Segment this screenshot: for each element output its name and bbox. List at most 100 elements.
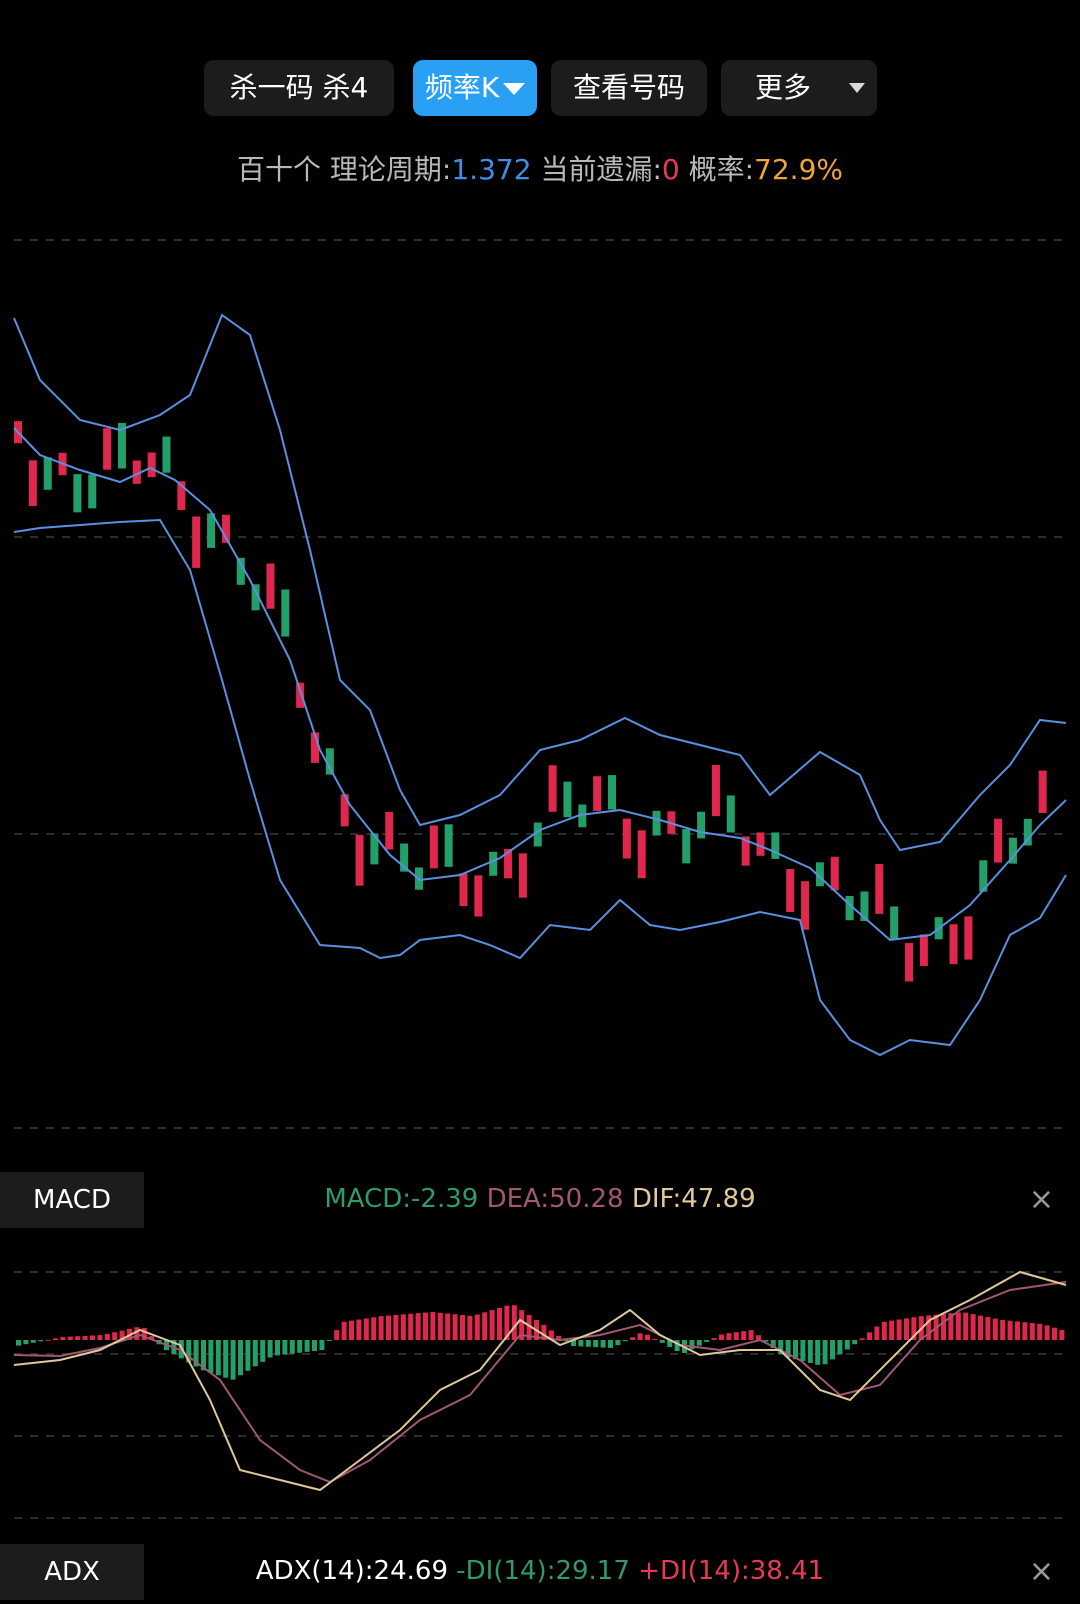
macd-label: MACD: <box>324 1184 412 1214</box>
macd-histogram-bar <box>637 1333 643 1340</box>
candle <box>801 881 810 930</box>
frequency-k-dropdown[interactable]: 频率K <box>413 60 537 116</box>
macd-histogram-bar <box>386 1315 391 1340</box>
macd-histogram-bar <box>600 1340 606 1348</box>
macd-histogram-bar <box>711 1338 717 1340</box>
macd-histogram-bar <box>659 1340 665 1343</box>
candle <box>192 516 201 568</box>
candle <box>103 428 112 470</box>
more-dropdown[interactable]: 更多 <box>721 60 877 116</box>
macd-histogram-bar <box>800 1340 806 1362</box>
macd-histogram-bar <box>437 1312 443 1340</box>
candle <box>28 460 37 506</box>
macd-histogram-bar <box>497 1307 502 1340</box>
macd-histogram-bar <box>230 1340 236 1380</box>
miss-label: 当前遗漏: <box>540 153 662 186</box>
macd-histogram-bar <box>363 1318 369 1340</box>
macd-histogram-bar <box>1000 1320 1006 1340</box>
stats-line: 百十个 理论周期:1.372 当前遗漏:0 概率:72.9% <box>0 148 1080 188</box>
candle <box>474 875 483 917</box>
macd-histogram-bar <box>511 1305 517 1340</box>
macd-histogram-bar <box>215 1340 221 1376</box>
macd-histogram-bar <box>630 1337 636 1340</box>
macd-chart[interactable] <box>0 1255 1080 1525</box>
macd-histogram-bar <box>16 1340 21 1346</box>
macd-histogram-bar <box>704 1340 710 1342</box>
candle <box>1038 770 1047 814</box>
macd-histogram-bar <box>1007 1320 1013 1340</box>
macd-histogram-bar <box>393 1314 399 1340</box>
macd-histogram-bar <box>319 1340 325 1351</box>
candle <box>73 474 82 513</box>
candle <box>548 765 557 812</box>
macd-histogram-bar <box>1052 1327 1057 1340</box>
candle <box>489 851 498 876</box>
view-numbers-button[interactable]: 查看号码 <box>551 60 707 116</box>
candle <box>593 776 602 812</box>
macd-histogram-bar <box>615 1340 621 1346</box>
candle <box>875 864 884 914</box>
macd-histogram-bar <box>356 1319 362 1340</box>
candle <box>682 829 691 864</box>
macd-histogram-bar <box>104 1333 110 1340</box>
macd-histogram-bar <box>896 1319 902 1340</box>
probability-value: 72.9% <box>754 153 843 186</box>
macd-histogram-bar <box>282 1340 288 1355</box>
macd-histogram-bar <box>859 1338 865 1340</box>
macd-histogram-bar <box>874 1326 880 1340</box>
k-line-chart[interactable] <box>0 230 1080 1130</box>
macd-histogram-bar <box>985 1317 991 1340</box>
macd-histogram-bar <box>297 1340 303 1353</box>
position-label: 百十个 <box>237 153 322 186</box>
macd-histogram-bar <box>82 1335 88 1340</box>
macd-histogram-bar <box>815 1340 821 1365</box>
macd-histogram-bar <box>97 1335 103 1340</box>
macd-histogram-bar <box>378 1316 384 1340</box>
macd-histogram-bar <box>489 1310 495 1340</box>
macd-histogram-bar <box>1029 1322 1035 1340</box>
candle <box>147 452 156 478</box>
candle <box>652 810 661 836</box>
macd-histogram-bar <box>830 1340 835 1360</box>
dea-value: 50.28 <box>549 1184 624 1214</box>
candle <box>385 811 394 850</box>
kill-number-button[interactable]: 杀一码 杀4 <box>204 60 394 116</box>
macd-histogram-bar <box>1037 1323 1043 1340</box>
close-macd-icon[interactable]: × <box>1029 1182 1054 1217</box>
candle <box>608 775 616 810</box>
dif-line <box>13 1270 1067 1492</box>
macd-histogram-bar <box>482 1312 488 1340</box>
macd-histogram-bar <box>23 1340 29 1345</box>
dea-line <box>13 1281 1067 1484</box>
minus-di-label: -DI(14): <box>456 1556 556 1586</box>
dropdown-triangle-icon <box>849 83 865 93</box>
kill-number-label: 杀一码 杀4 <box>229 71 369 104</box>
macd-histogram-bar <box>371 1317 377 1340</box>
macd-histogram-bar <box>652 1338 658 1340</box>
macd-histogram-bar <box>645 1334 650 1340</box>
plus-di-label: +DI(14): <box>638 1556 750 1586</box>
candle <box>711 764 720 817</box>
macd-histogram-bar <box>445 1313 451 1340</box>
close-adx-icon[interactable]: × <box>1029 1554 1054 1589</box>
adx-label: ADX(14): <box>255 1556 374 1586</box>
macd-histogram-bar <box>67 1336 73 1340</box>
macd-histogram-bar <box>460 1315 465 1340</box>
minus-di-value: 29.17 <box>555 1556 630 1586</box>
macd-histogram-bar <box>881 1321 887 1340</box>
macd-histogram-bar <box>741 1331 747 1340</box>
macd-histogram-bar <box>733 1332 739 1340</box>
candle <box>637 830 646 879</box>
macd-histogram-bar <box>963 1312 969 1340</box>
dea-label: DEA: <box>486 1184 550 1214</box>
macd-histogram-bar <box>970 1314 976 1340</box>
adx-readout: ADX(14):24.69 -DI(14):29.17 +DI(14):38.4… <box>0 1556 1080 1586</box>
candle <box>726 795 735 833</box>
macd-histogram-bar <box>245 1340 251 1371</box>
candle <box>786 869 795 912</box>
macd-histogram-bar <box>45 1339 51 1341</box>
macd-histogram-bar <box>334 1330 340 1340</box>
macd-histogram-bar <box>696 1340 702 1346</box>
miss-value: 0 <box>661 153 680 186</box>
macd-histogram-bar <box>112 1332 118 1340</box>
